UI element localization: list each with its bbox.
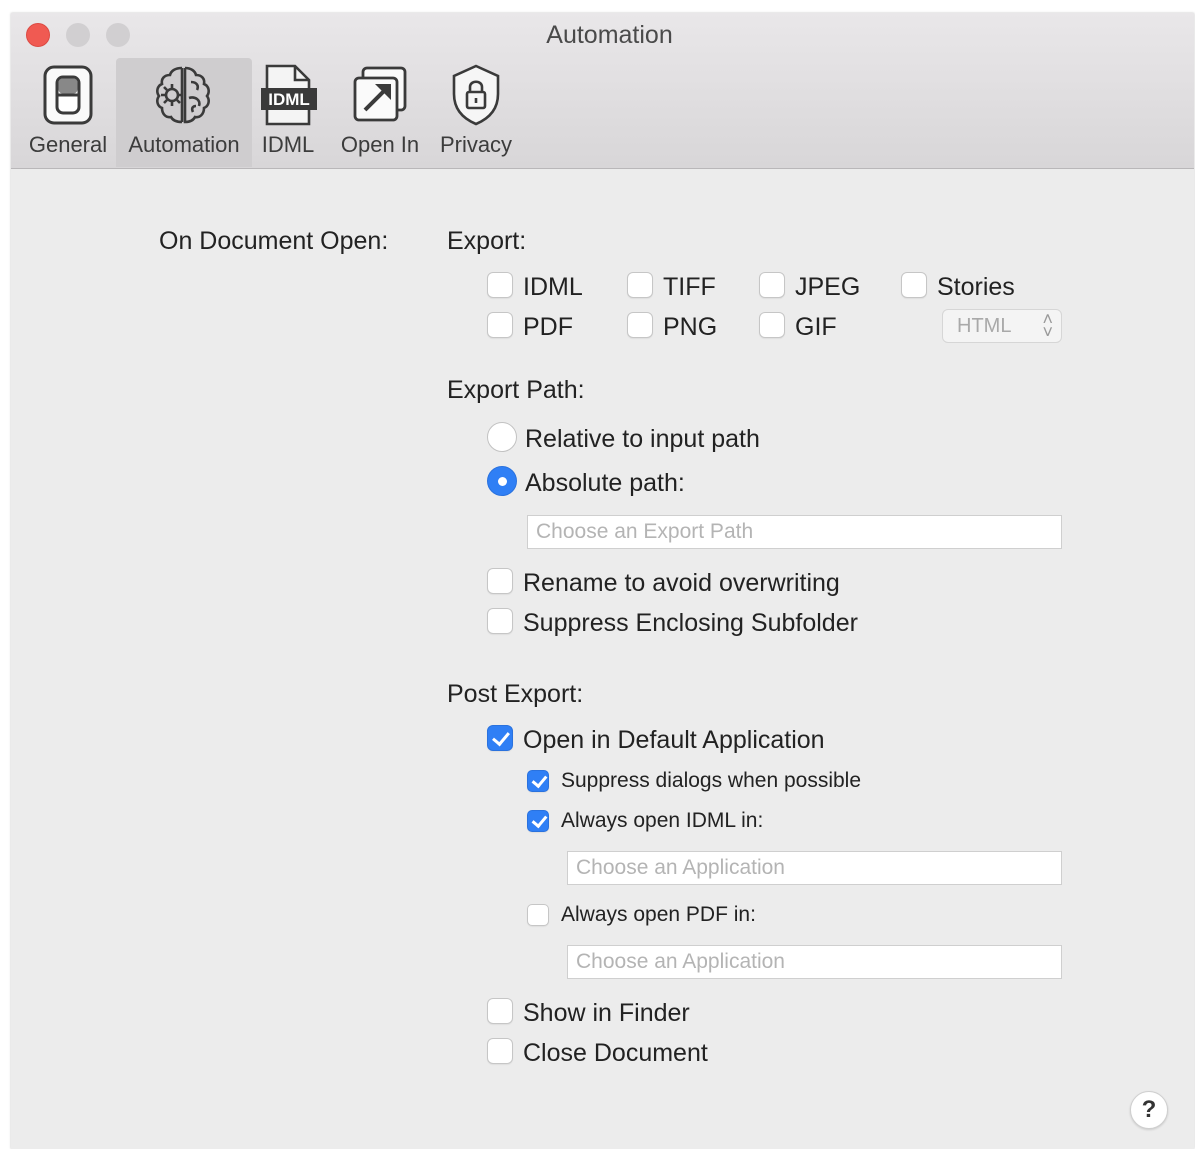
automation-pane: On Document Open: Export: IDML TIFF JPEG… [11, 169, 1194, 1149]
always-open-pdf-label: Always open PDF in: [561, 903, 756, 926]
rename-avoid-overwrite-checkbox[interactable] [487, 568, 513, 594]
up-down-chevron-icon: ˄ ˅ [1042, 309, 1053, 342]
export-stories-checkbox[interactable] [901, 272, 927, 298]
export-jpeg-checkbox[interactable] [759, 272, 785, 298]
tab-idml-label: IDML [261, 132, 315, 157]
export-tiff-checkbox[interactable] [627, 272, 653, 298]
pdf-application-field[interactable]: Choose an Application [567, 945, 1062, 979]
show-in-finder-label: Show in Finder [523, 999, 690, 1027]
relative-path-label: Relative to input path [525, 425, 760, 453]
absolute-path-radio[interactable] [487, 466, 517, 496]
preferences-window: Automation General Automation IDML IDML … [11, 13, 1194, 1149]
open-default-app-checkbox[interactable] [487, 725, 513, 751]
always-open-idml-label: Always open IDML in: [561, 809, 764, 832]
export-tiff-label: TIFF [663, 273, 716, 301]
tab-idml[interactable]: IDML IDML [255, 58, 321, 167]
toggle-switch-icon [21, 62, 115, 128]
tab-automation[interactable]: Automation [116, 58, 252, 167]
open-arrow-icon [335, 62, 425, 128]
title-bar: Automation General Automation IDML IDML … [11, 13, 1194, 169]
tab-privacy[interactable]: Privacy [435, 58, 517, 167]
tab-general[interactable]: General [21, 58, 115, 167]
export-path-label: Export Path: [447, 376, 585, 404]
always-open-pdf-checkbox[interactable] [527, 904, 549, 926]
export-idml-label: IDML [523, 273, 583, 301]
tab-automation-label: Automation [128, 132, 240, 157]
rename-avoid-overwrite-label: Rename to avoid overwriting [523, 569, 840, 597]
always-open-idml-checkbox[interactable] [527, 810, 549, 832]
close-document-label: Close Document [523, 1039, 708, 1067]
absolute-path-label: Absolute path: [525, 469, 685, 497]
suppress-dialogs-checkbox[interactable] [527, 770, 549, 792]
brain-gear-icon [116, 62, 252, 128]
stories-format-select[interactable]: HTML ˄ ˅ [942, 309, 1062, 343]
show-in-finder-checkbox[interactable] [487, 998, 513, 1024]
tab-open-in[interactable]: Open In [335, 58, 425, 167]
open-default-app-label: Open in Default Application [523, 726, 825, 754]
export-jpeg-label: JPEG [795, 273, 861, 301]
export-pdf-label: PDF [523, 313, 573, 341]
post-export-label: Post Export: [447, 680, 584, 708]
svg-text:IDML: IDML [268, 90, 310, 109]
tab-general-label: General [28, 132, 108, 157]
idml-file-icon: IDML [255, 62, 321, 128]
suppress-subfolder-label: Suppress Enclosing Subfolder [523, 609, 858, 637]
suppress-subfolder-checkbox[interactable] [487, 608, 513, 634]
export-pdf-checkbox[interactable] [487, 312, 513, 338]
export-gif-label: GIF [795, 313, 837, 341]
export-stories-label: Stories [937, 273, 1015, 301]
help-button[interactable]: ? [1130, 1091, 1168, 1129]
window-title: Automation [546, 21, 673, 49]
tab-open-in-label: Open In [340, 132, 420, 157]
idml-application-field[interactable]: Choose an Application [567, 851, 1062, 885]
export-png-label: PNG [663, 313, 718, 341]
export-path-field[interactable]: Choose an Export Path [527, 515, 1062, 549]
suppress-dialogs-label: Suppress dialogs when possible [561, 769, 862, 792]
shield-lock-icon [435, 62, 517, 128]
tab-privacy-label: Privacy [439, 132, 513, 157]
export-png-checkbox[interactable] [627, 312, 653, 338]
export-gif-checkbox[interactable] [759, 312, 785, 338]
on-document-open-label: On Document Open: [159, 227, 389, 255]
relative-path-radio[interactable] [487, 422, 517, 452]
close-document-checkbox[interactable] [487, 1038, 513, 1064]
export-label: Export: [447, 227, 527, 255]
export-idml-checkbox[interactable] [487, 272, 513, 298]
stories-format-value: HTML [957, 315, 1012, 337]
